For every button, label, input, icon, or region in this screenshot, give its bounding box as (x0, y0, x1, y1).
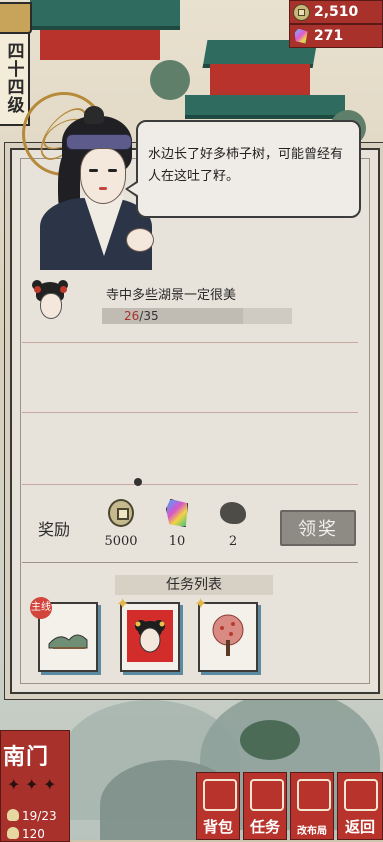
claim-reward-button[interactable]: 领奖 (280, 510, 356, 546)
gem-icon (164, 499, 190, 527)
dialog-bubble: 水边长了好多柿子树，可能曾经有人在这吐了籽。 (125, 120, 361, 218)
gem-value: 271 (314, 28, 344, 44)
empty-task-row (22, 412, 358, 485)
bag-button[interactable]: 背包 (196, 772, 240, 840)
layout-icon (297, 779, 331, 811)
reward-amount: 5000 (104, 534, 138, 549)
divider (22, 562, 358, 563)
gem-counter: 271 (289, 24, 383, 48)
star-icon: ✦ (116, 594, 130, 613)
bag-icon (203, 779, 237, 811)
landscape-icon (45, 610, 91, 662)
reward-coin: 5000 (96, 499, 146, 549)
gate-points: 120 (7, 827, 45, 841)
task-row[interactable]: 寺中多些湖景一定很美 26/35 (22, 272, 358, 343)
coin-icon (292, 3, 310, 21)
gate-name: 南门 (3, 744, 50, 770)
rewards-label: 奖励 (38, 520, 71, 539)
coin-value: 2,510 (314, 4, 359, 20)
task-card-tree[interactable] (198, 602, 258, 672)
task-progress-text: 26/35 (124, 309, 159, 323)
gem-icon (292, 27, 310, 45)
back-button[interactable]: 返回 (337, 772, 383, 840)
coin-counter: 2,510 (289, 0, 383, 24)
dialog-text: 水边长了好多柿子树，可能曾经有人在这吐了籽。 (148, 147, 344, 184)
edit-layout-button[interactable]: 改布局 (290, 772, 334, 840)
coin-icon (108, 499, 134, 527)
stone-icon (220, 500, 246, 526)
character-face-icon (127, 610, 173, 662)
scroll-icon (250, 779, 284, 811)
gate-info-panel[interactable]: 南门 ✦ ✦ ✦ 19/23 120 (0, 730, 70, 842)
back-arrow-icon (344, 779, 378, 811)
reward-amount: 2 (228, 534, 238, 549)
gate-residents: 19/23 (7, 809, 57, 823)
reward-gem: 10 (152, 499, 202, 549)
empty-task-row (22, 342, 358, 413)
page-indicator-dot (134, 478, 142, 486)
star-icon: ✦ (194, 594, 208, 613)
main-quest-tag: 主线 (30, 597, 52, 619)
reward-stone: 2 (208, 500, 258, 549)
resident-icon (7, 809, 19, 821)
task-progress-bar: 26/35 (102, 308, 292, 324)
reward-amount: 10 (168, 534, 186, 549)
task-card-character[interactable] (120, 602, 180, 672)
task-avatar (32, 280, 68, 320)
tasks-button[interactable]: 任务 (243, 772, 287, 840)
task-title: 寺中多些湖景一定很美 (106, 288, 237, 303)
task-list-title: 任务列表 (115, 575, 273, 595)
resident-icon (7, 827, 19, 839)
persimmon-tree-icon (205, 610, 251, 662)
